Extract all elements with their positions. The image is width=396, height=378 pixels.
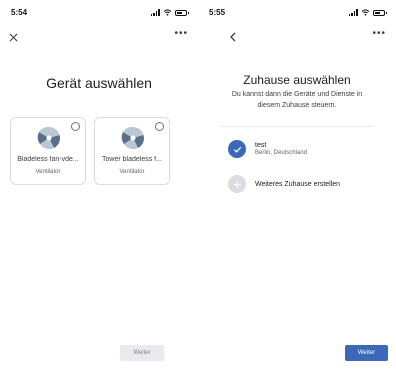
page-title: Zuhause auswählen xyxy=(243,73,351,87)
next-button[interactable]: Weiter xyxy=(345,345,388,361)
create-home-item[interactable]: Weiteres Zuhause erstellen xyxy=(228,175,340,193)
plus-circle xyxy=(228,175,246,193)
selected-indicator xyxy=(228,140,246,158)
status-time: 5:55 xyxy=(209,8,226,17)
plus-icon xyxy=(233,180,241,188)
device-type: Ventilator xyxy=(119,169,145,175)
signal-icon xyxy=(348,9,358,16)
device-radio[interactable] xyxy=(155,122,164,131)
back-button[interactable] xyxy=(229,30,237,44)
battery-icon xyxy=(373,9,387,16)
more-horizontal-icon: ••• xyxy=(174,28,188,39)
device-name: Bladeless fan-vde... xyxy=(17,156,79,163)
wifi-icon xyxy=(163,9,172,16)
home-location: Berlin, Deutschland xyxy=(255,150,308,156)
home-item-test[interactable]: test Berlin, Deutschland xyxy=(228,140,307,158)
device-list: Bladeless fan-vde... Ventilator Tower bl… xyxy=(10,117,170,185)
device-select-screen: 5:54 ••• Gerät auswählen Bladeless fan-v… xyxy=(0,0,198,378)
fan-icon xyxy=(37,126,60,150)
home-text: test Berlin, Deutschland xyxy=(255,142,307,156)
divider xyxy=(220,126,374,127)
wifi-icon xyxy=(361,9,370,16)
more-horizontal-icon: ••• xyxy=(372,28,386,39)
status-bar: 5:54 xyxy=(0,6,198,20)
more-options-button[interactable]: ••• xyxy=(372,28,386,39)
status-time: 5:54 xyxy=(11,8,28,17)
page-subtitle: Du kannst dann die Geräte und Dienste in… xyxy=(231,91,363,109)
back-arrow-icon xyxy=(230,32,236,42)
close-icon xyxy=(9,33,18,42)
device-card-bladeless-fan[interactable]: Bladeless fan-vde... Ventilator xyxy=(10,117,86,185)
device-name: Tower bladeless f... xyxy=(102,156,162,163)
more-options-button[interactable]: ••• xyxy=(174,28,188,39)
create-home-label: Weiteres Zuhause erstellen xyxy=(255,180,341,188)
status-bar: 5:55 xyxy=(198,6,396,20)
close-button[interactable] xyxy=(9,30,18,44)
device-type: Ventilator xyxy=(35,169,61,175)
next-button-disabled[interactable]: Weiter xyxy=(120,345,164,361)
status-icons xyxy=(150,9,189,16)
home-select-screen: 5:55 ••• Zuhause auswählen Du kannst dan… xyxy=(198,0,396,378)
device-radio[interactable] xyxy=(71,122,80,131)
device-card-tower-fan[interactable]: Tower bladeless f... Ventilator xyxy=(94,117,170,185)
check-icon xyxy=(233,146,241,153)
status-icons xyxy=(348,9,387,16)
page-title: Gerät auswählen xyxy=(46,75,152,91)
battery-icon xyxy=(175,9,189,16)
signal-icon xyxy=(150,9,160,16)
home-name: test xyxy=(255,142,267,149)
fan-icon xyxy=(121,126,144,150)
